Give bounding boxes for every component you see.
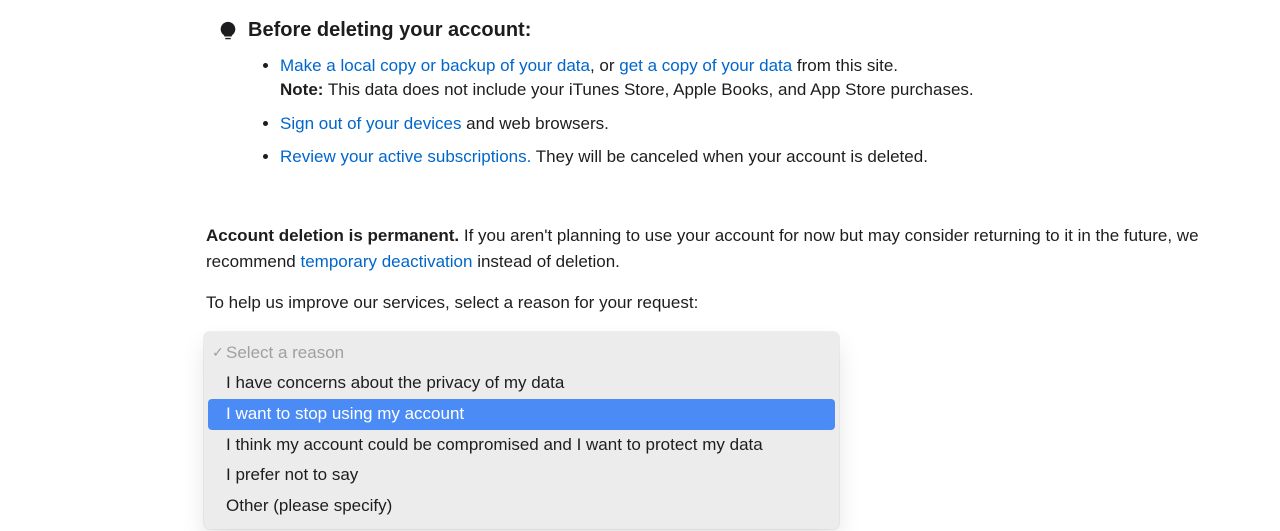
checkmark-icon: ✓	[212, 342, 224, 362]
reason-prompt: To help us improve our services, select …	[206, 290, 1240, 316]
backup-data-link[interactable]: Make a local copy or backup of your data	[280, 56, 590, 75]
pre-delete-checklist: Make a local copy or backup of your data…	[260, 54, 1240, 169]
reason-select-menu[interactable]: ✓ Select a reason I have concerns about …	[204, 332, 839, 529]
sign-out-devices-link[interactable]: Sign out of your devices	[280, 114, 461, 133]
reason-option-placeholder[interactable]: ✓ Select a reason	[204, 338, 839, 369]
review-subscriptions-link[interactable]: Review your active subscriptions.	[280, 147, 531, 166]
reason-option-compromised[interactable]: I think my account could be compromised …	[204, 430, 839, 461]
reason-option-other[interactable]: Other (please specify)	[204, 491, 839, 522]
temporary-deactivation-link[interactable]: temporary deactivation	[300, 252, 472, 271]
list-item: Make a local copy or backup of your data…	[280, 54, 1240, 102]
tip-heading: Before deleting your account:	[248, 16, 531, 44]
list-item: Sign out of your devices and web browser…	[280, 112, 1240, 136]
lightbulb-icon	[208, 20, 248, 42]
list-item: Review your active subscriptions. They w…	[280, 145, 1240, 169]
reason-option-prefer-not[interactable]: I prefer not to say	[204, 460, 839, 491]
note-text: This data does not include your iTunes S…	[323, 80, 973, 99]
reason-option-privacy[interactable]: I have concerns about the privacy of my …	[204, 368, 839, 399]
reason-option-stop-using[interactable]: I want to stop using my account	[208, 399, 835, 430]
get-copy-data-link[interactable]: get a copy of your data	[619, 56, 792, 75]
note-label: Note:	[280, 80, 323, 99]
permanent-warning: Account deletion is permanent. If you ar…	[206, 223, 1240, 274]
